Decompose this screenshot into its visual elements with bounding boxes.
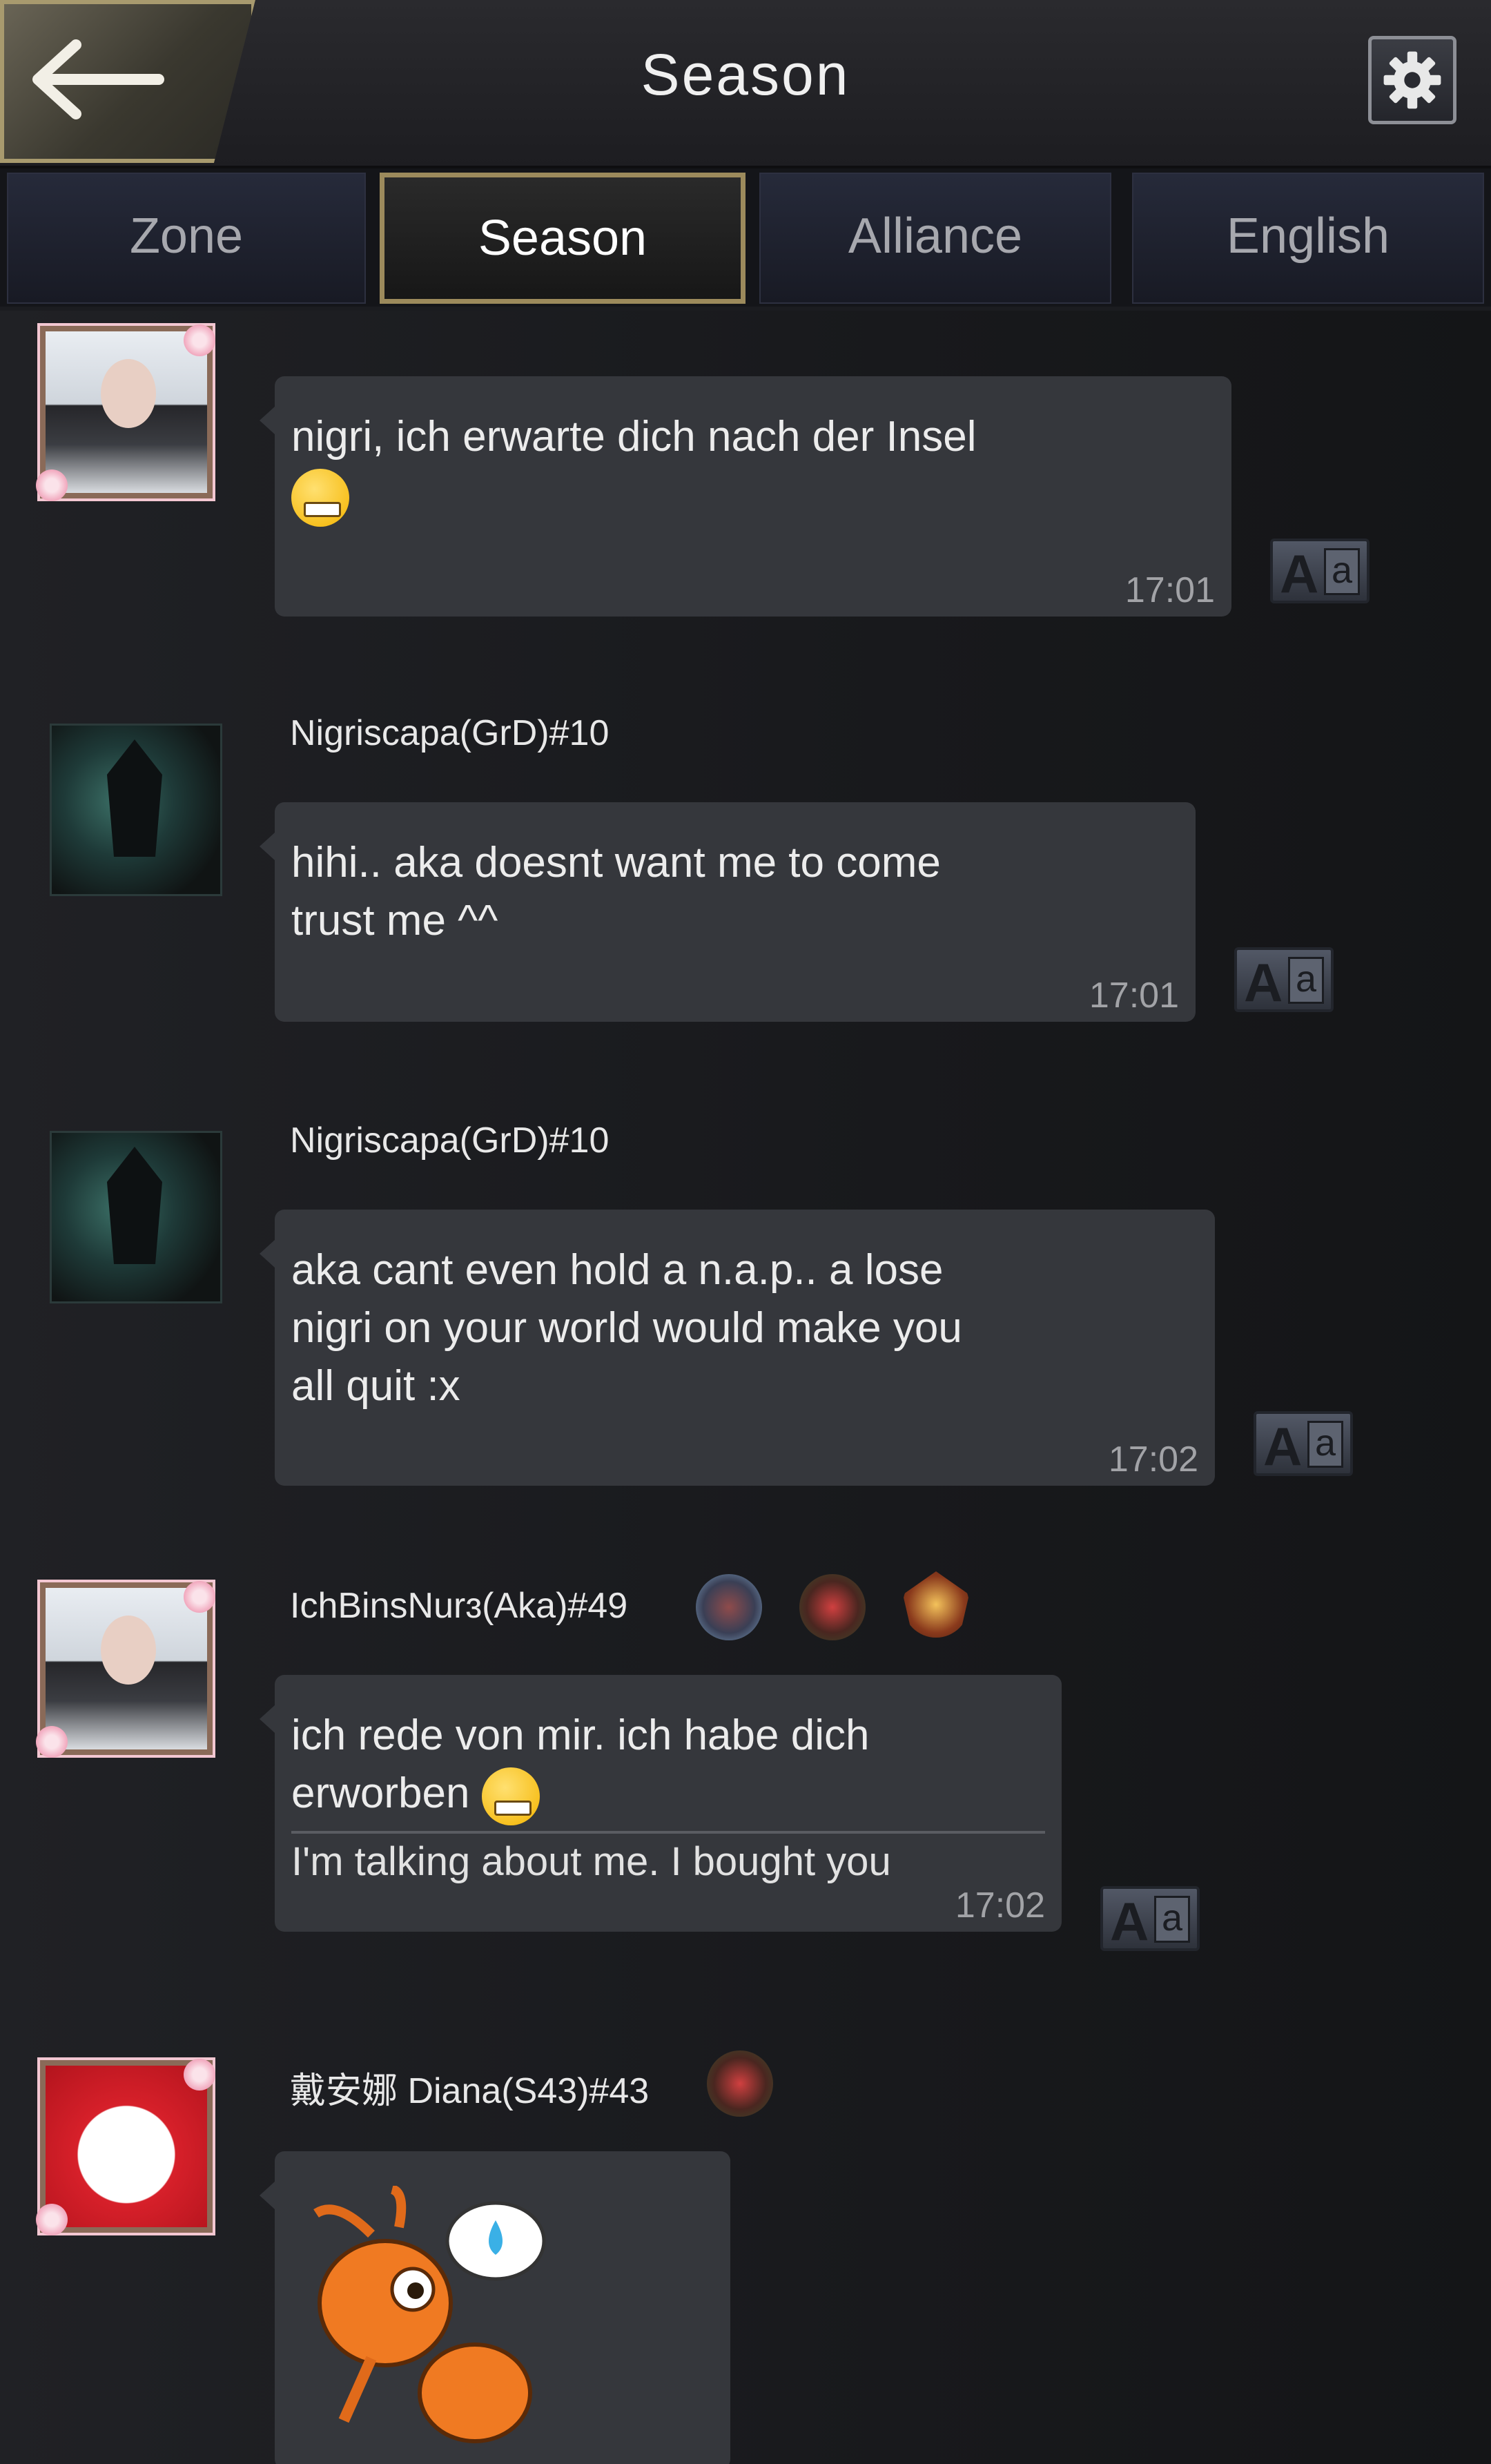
message-bubble[interactable]: hihi.. aka doesnt want me to come trust …	[260, 802, 1196, 1022]
message-text: trust me ^^	[291, 897, 498, 944]
message-bubble[interactable]: aka cant even hold a n.a.p.. a lose nigr…	[260, 1210, 1215, 1486]
badge-icon[interactable]	[903, 1571, 969, 1638]
ant-sweat-sticker-icon	[313, 2186, 546, 2443]
sender-name[interactable]: Nigriscapa(GrD)#10	[290, 712, 609, 754]
message-time: 17:02	[1108, 1439, 1198, 1480]
sweat-smile-face-icon	[481, 1767, 540, 1825]
top-bar: Season	[0, 0, 1491, 170]
badge-icon[interactable]	[707, 2050, 773, 2117]
badge-icon[interactable]	[696, 1574, 762, 1640]
grinning-face-icon	[291, 468, 349, 527]
message-text: nigri on your world would make you	[291, 1304, 962, 1352]
message-bubble[interactable]: nigri, ich erwarte dich nach der Insel 1…	[260, 376, 1231, 617]
gear-icon	[1383, 51, 1441, 109]
chat-list[interactable]: nigri, ich erwarte dich nach der Insel 1…	[0, 311, 1491, 2464]
message-text: erworben	[291, 1769, 470, 1817]
message-text: ich rede von mir. ich habe dich	[291, 1711, 870, 1759]
sender-name[interactable]: IchBinsNurɜ(Aka)#49	[290, 1585, 627, 1627]
sender-name[interactable]: Nigriscapa(GrD)#10	[290, 1120, 609, 1161]
translation-divider	[291, 1830, 1045, 1834]
tab-alliance[interactable]: Alliance	[759, 173, 1111, 304]
sender-name[interactable]: 戴安娜 Diana(S43)#43	[290, 2062, 649, 2113]
avatar[interactable]	[36, 2059, 215, 2235]
message-text: hihi.. aka doesnt want me to come	[291, 839, 941, 886]
message-time: 17:02	[955, 1885, 1045, 1925]
avatar[interactable]	[36, 1581, 215, 1758]
avatar[interactable]	[50, 724, 222, 896]
tab-english[interactable]: English	[1132, 173, 1484, 304]
message-text: aka cant even hold a n.a.p.. a lose	[291, 1246, 944, 1294]
message-text: all quit :x	[291, 1362, 460, 1410]
page-title: Season	[641, 42, 850, 107]
translate-button[interactable]: Aa	[1270, 539, 1370, 604]
translate-button[interactable]: Aa	[1234, 947, 1334, 1013]
badge-icon[interactable]	[799, 1574, 866, 1640]
message-text: nigri, ich erwarte dich nach der Insel	[291, 413, 977, 460]
translate-button[interactable]: Aa	[1254, 1411, 1353, 1477]
message-bubble[interactable]: ich rede von mir. ich habe dich erworben…	[260, 1675, 1062, 1932]
translated-text: I'm talking about me. I bought you	[291, 1839, 891, 1884]
message-bubble[interactable]	[260, 2151, 730, 2464]
tab-bar: Zone Season Alliance English	[0, 168, 1491, 307]
avatar[interactable]	[50, 1131, 222, 1303]
tab-zone[interactable]: Zone	[7, 173, 366, 304]
tab-season[interactable]: Season	[380, 173, 746, 304]
message-time: 17:01	[1089, 976, 1179, 1016]
settings-button[interactable]	[1368, 36, 1456, 124]
avatar[interactable]	[36, 324, 215, 501]
translate-button[interactable]: Aa	[1100, 1886, 1200, 1952]
message-time: 17:01	[1124, 570, 1215, 610]
